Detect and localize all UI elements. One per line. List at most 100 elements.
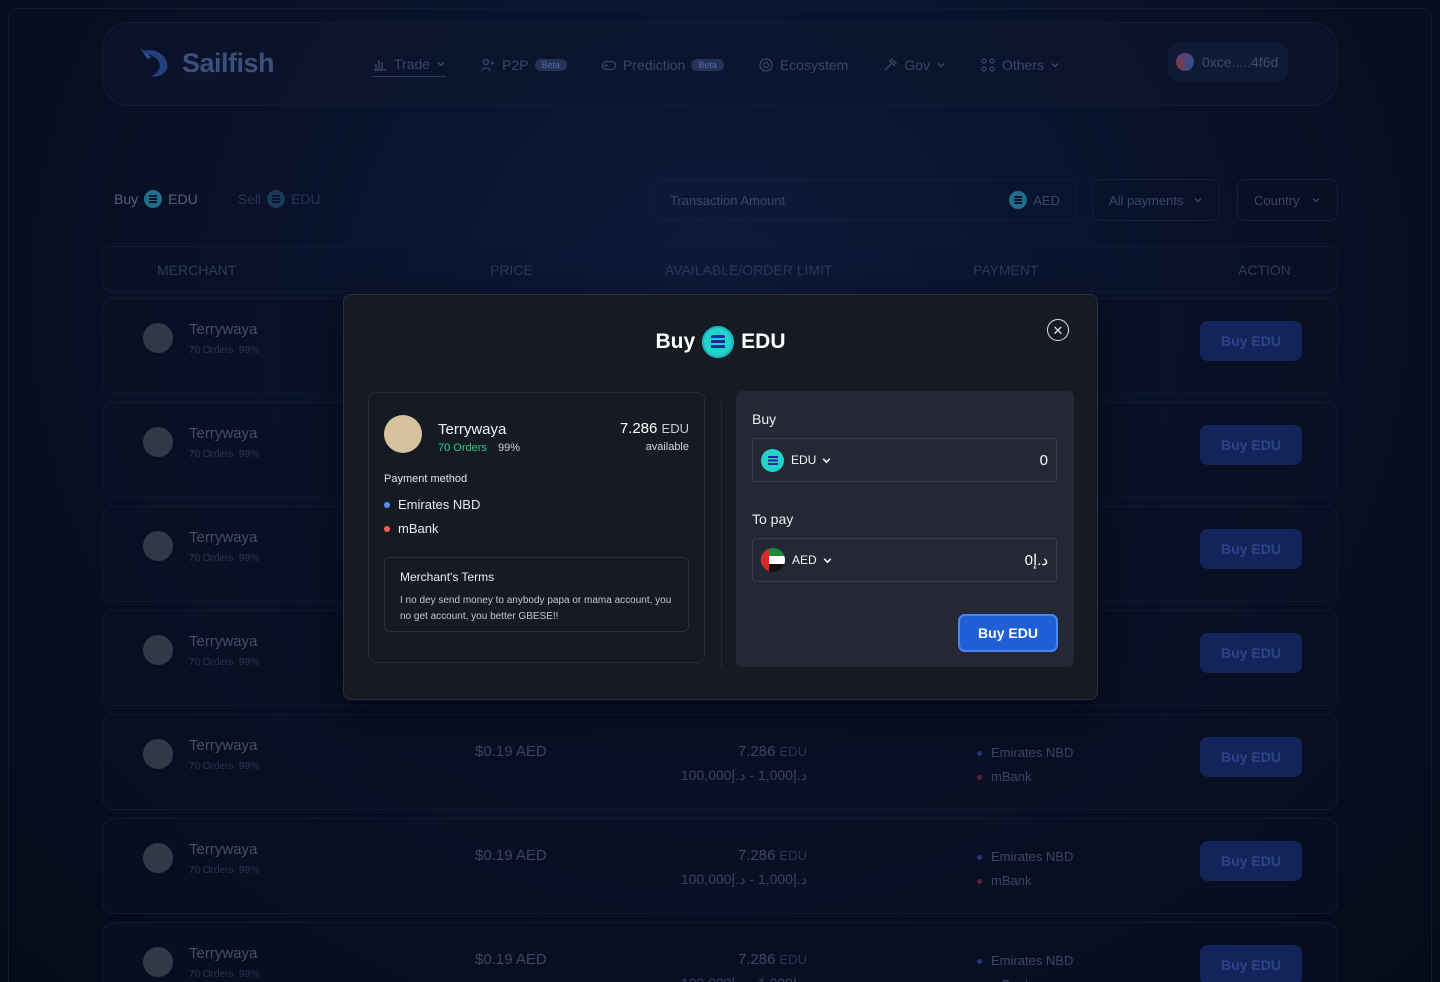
chevron-down-icon [1312,198,1320,203]
row-payment-name: Emirates NBD [991,849,1074,864]
pay-currency-select[interactable]: AED [761,548,833,572]
merchant-name[interactable]: Terrywaya [189,529,257,546]
row-payment-item: Emirates NBD [977,845,1073,869]
chevron-down-icon [1194,198,1202,203]
merchant-orders: 70 Orders [189,657,234,668]
row-buy-button[interactable]: Buy EDU [1200,529,1302,569]
grid-icon [981,57,995,72]
row-payment-name: Emirates NBD [991,953,1074,968]
transaction-amount-input[interactable]: Transaction Amount AED [653,179,1077,221]
merchant-orders: 70 Orders [189,345,234,356]
merchant-name[interactable]: Terrywaya [189,841,257,858]
row-buy-button[interactable]: Buy EDU [1200,425,1302,465]
pay-currency-label: AED [792,553,817,567]
country-filter-label: Country [1254,192,1300,208]
tab-buy-token: EDU [168,191,198,207]
to-pay-field[interactable]: AED 0د.إ [752,538,1057,582]
row-buy-button[interactable]: Buy EDU [1200,633,1302,673]
row-price: $0.19 AED [475,847,547,864]
row-payment-item: Emirates NBD [977,949,1073,973]
merchant-stats: 70 Orders 99% [189,449,259,460]
dot-icon [977,855,982,861]
avatar [143,635,173,665]
row-available: 7.286 EDU [738,743,807,760]
merchant-terms: Merchant's Terms I no dey send money to … [384,557,689,632]
nav-item-label: P2P [502,56,529,73]
nav-item-p2p[interactable]: P2P Beta [480,56,568,73]
avatar [143,323,173,353]
row-buy-button[interactable]: Buy EDU [1200,321,1302,361]
buy-amount-label: Buy [752,411,777,427]
avatar [143,947,173,977]
buy-currency-label: EDU [791,453,817,467]
merchant-card: Terrywaya 70 Orders 99% 7.286 EDU availa… [368,392,705,663]
row-buy-button[interactable]: Buy EDU [1200,945,1302,982]
wallet-button[interactable]: 0xce.....4f6d [1168,42,1288,82]
row-available-unit: EDU [779,848,807,863]
payments-filter-select[interactable]: All payments [1092,179,1220,221]
payment-method-label: Payment method [384,473,468,485]
merchant-orders: 70 Orders [189,865,234,876]
avatar [384,415,422,453]
merchant-completion: 99% [239,449,260,460]
buy-amount-field[interactable]: EDU 0 [752,438,1057,482]
tab-sell-token: EDU [291,191,321,207]
merchant-stats: 70 Orders 99% [438,442,520,454]
avatar [143,739,173,769]
merchant-name[interactable]: Terrywaya [189,737,257,754]
nav-item-label: Ecosystem [779,56,849,73]
merchant-available-amount: 7.286 EDU [620,420,689,437]
row-buy-button[interactable]: Buy EDU [1200,841,1302,881]
merchant-name[interactable]: Terrywaya [189,425,257,442]
close-icon[interactable]: ✕ [1047,319,1069,341]
buy-amount-value[interactable]: 0 [1040,452,1048,469]
beta-badge: Beta [691,58,724,71]
row-available-value: 7.286 [737,847,776,864]
chevron-down-icon [822,457,831,463]
tab-buy[interactable]: Buy EDU [114,190,198,208]
row-payments: Emirates NBD mBank [977,949,1073,982]
terms-title: Merchant's Terms [400,570,495,584]
buy-edu-button[interactable]: Buy EDU [958,614,1058,652]
modal-title-prefix: Buy [655,330,696,353]
table-header: MERCHANT PRICE AVAILABLE/ORDER LIMIT PAY… [102,246,1338,292]
merchant-orders: 70 Orders [189,761,234,772]
row-buy-button[interactable]: Buy EDU [1200,737,1302,777]
merchant-name[interactable]: Terrywaya [189,633,257,650]
amount-currency-select[interactable]: AED [1009,191,1060,209]
nav-item-prediction[interactable]: Prediction Beta [601,57,724,73]
nav-item-gov[interactable]: Gov [882,57,946,73]
merchant-name[interactable]: Terrywaya [189,945,257,962]
payment-method-item: mBank [384,521,438,536]
nav-item-trade[interactable]: Trade [372,56,447,77]
to-pay-label: To pay [752,511,794,527]
country-filter-select[interactable]: Country [1237,179,1338,221]
merchant-name[interactable]: Terrywaya [189,321,257,338]
tab-sell[interactable]: Sell EDU [238,190,321,208]
header-payment: PAYMENT [973,262,1039,278]
merchant-stats: 70 Orders 99% [189,865,259,876]
beta-badge: Beta [534,58,568,71]
merchant-stats: 70 Orders 99% [189,761,259,772]
dot-icon [977,751,982,757]
row-available-unit: EDU [779,744,807,759]
payments-filter-label: All payments [1109,192,1184,208]
edu-coin-icon [267,190,286,208]
avatar [143,427,173,457]
nav-item-ecosystem[interactable]: Ecosystem [758,57,848,73]
avatar [143,843,173,873]
payment-method-name: mBank [398,521,439,536]
modal-title-token: EDU [741,330,786,353]
row-available: 7.286 EDU [738,951,807,968]
buy-currency-select[interactable]: EDU [761,448,832,472]
to-pay-value[interactable]: 0د.إ [1025,551,1048,569]
row-price: $0.19 AED [475,743,547,760]
merchant-stats: 70 Orders 99% [189,553,259,564]
row-payment-name: mBank [991,769,1032,784]
nav-item-others[interactable]: Others [980,57,1060,73]
brand-logo[interactable]: Sailfish [138,44,275,82]
merchant-completion: 99% [497,442,521,454]
terms-text: I no dey send money to anybody papa or m… [400,595,672,622]
wallet-address: 0xce.....4f6d [1202,54,1279,70]
chevron-down-icon [437,62,445,67]
